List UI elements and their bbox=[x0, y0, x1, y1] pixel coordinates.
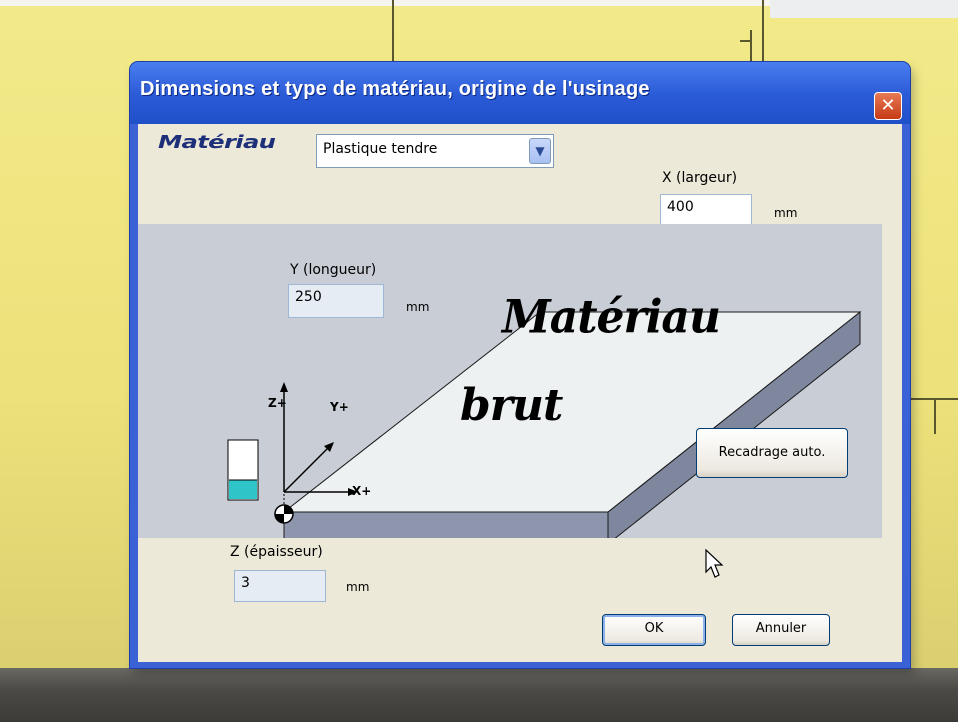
background-line bbox=[740, 40, 752, 42]
y-unit: mm bbox=[406, 300, 430, 314]
background-line bbox=[762, 0, 764, 64]
y-length-input[interactable]: 250 bbox=[288, 284, 384, 318]
axis-z-arrow bbox=[280, 382, 288, 392]
diagram-text-brut: brut bbox=[460, 380, 563, 431]
thickness-gauge-fill bbox=[229, 480, 257, 499]
dialog-client-area: Matériau Plastique tendre ▼ X (largeur) … bbox=[138, 124, 902, 662]
close-button[interactable]: ✕ bbox=[874, 92, 902, 120]
chevron-down-icon[interactable]: ▼ bbox=[529, 138, 551, 164]
title-bar[interactable]: Dimensions et type de matériau, origine … bbox=[130, 62, 910, 124]
auto-reframe-button[interactable]: Recadrage auto. bbox=[696, 428, 848, 478]
z-unit: mm bbox=[346, 580, 370, 594]
axis-z-label: Z+ bbox=[268, 396, 287, 410]
mouse-pointer-icon bbox=[705, 548, 724, 578]
background-line bbox=[392, 0, 394, 62]
z-thickness-input[interactable]: 3 bbox=[234, 570, 326, 602]
axis-y-label: Y+ bbox=[330, 400, 349, 414]
y-label: Y (longueur) bbox=[290, 262, 377, 278]
diagram-text-material: Matériau bbox=[502, 290, 721, 345]
background-line bbox=[934, 398, 936, 434]
cancel-button[interactable]: Annuler bbox=[732, 614, 830, 646]
material-dialog: Dimensions et type de matériau, origine … bbox=[130, 62, 910, 668]
screen-corner bbox=[770, 0, 958, 18]
background-line bbox=[750, 30, 752, 64]
slab-front-face bbox=[283, 511, 609, 538]
x-width-input[interactable]: 400 bbox=[660, 194, 752, 226]
axis-x-label: X+ bbox=[352, 484, 372, 498]
z-label: Z (épaisseur) bbox=[230, 544, 323, 560]
material-select[interactable]: Plastique tendre ▼ bbox=[316, 134, 554, 168]
origin-marker-quadrant bbox=[275, 514, 284, 523]
ok-button[interactable]: OK bbox=[602, 614, 706, 646]
material-diagram-panel: Y (longueur) 250 mm Matériau brut Z+ Y+ … bbox=[138, 224, 882, 538]
dialog-title: Dimensions et type de matériau, origine … bbox=[140, 78, 650, 100]
x-unit: mm bbox=[774, 206, 798, 220]
material-label: Matériau bbox=[158, 132, 276, 153]
material-select-value: Plastique tendre bbox=[323, 141, 438, 157]
x-label: X (largeur) bbox=[662, 170, 738, 186]
monitor-bezel bbox=[0, 668, 958, 722]
